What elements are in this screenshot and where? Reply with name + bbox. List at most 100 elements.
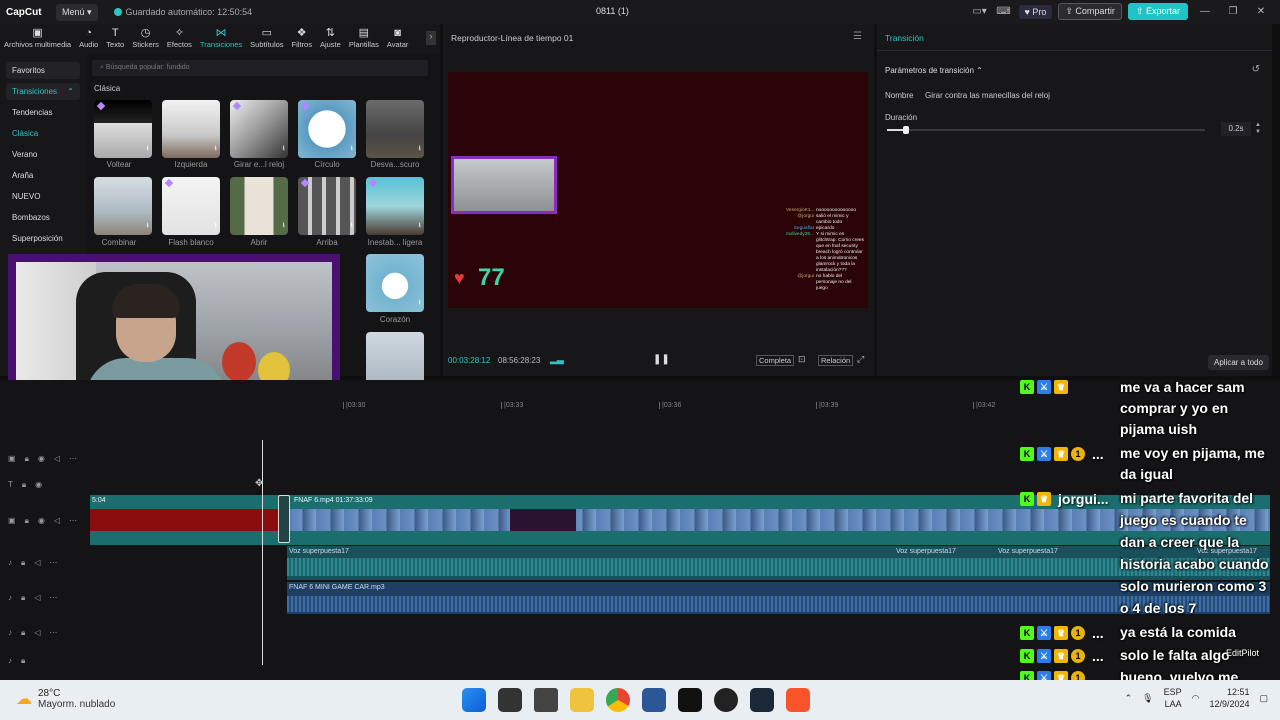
category-transitions[interactable]: Transiciones ⌃ [6,83,80,100]
windows-start-icon[interactable] [462,688,486,712]
lock-icon[interactable]: 🔒︎ [21,593,25,603]
tab-audio[interactable]: ◔ Audio [75,24,102,54]
capcut-icon[interactable] [678,688,702,712]
category-hits[interactable]: Bombazos [6,209,80,226]
tab-avatar[interactable]: ◙ Avatar [383,24,413,54]
transition-thumb[interactable]: ⭳ [162,100,220,158]
lock-icon[interactable]: 🔒︎ [21,558,25,568]
duration-slider[interactable] [887,126,1205,134]
volume-icon[interactable]: ◁ [54,454,60,464]
video-clip[interactable]: 5:04 [90,497,280,531]
more-icon[interactable]: ⋯ [49,593,57,603]
transition-thumb[interactable]: ⭳ [366,177,424,235]
transition-thumb[interactable]: ⭳ [230,177,288,235]
volume-icon[interactable]: ◁ [34,558,40,568]
keyboard-icon[interactable]: ⌨ [995,4,1013,20]
chevron-up-icon[interactable]: ⌃ [1125,693,1133,704]
maximize-icon[interactable]: ❐ [1222,6,1244,17]
duration-input[interactable]: 0.2s [1221,122,1251,136]
apply-all-button[interactable]: Aplicar a todo [1208,355,1269,370]
tab-transitions[interactable]: ⋈ Transiciones [196,24,246,54]
chat-user: jorgui... [1058,491,1109,507]
lock-icon[interactable]: 🔒︎ [21,656,25,666]
tab-adjust[interactable]: ⇅ Ajuste [316,24,345,54]
tab-subtitles[interactable]: ▭ Subtítulos [246,24,287,54]
tab-transition[interactable]: Transición [885,33,924,43]
stepper-icon[interactable]: ▲ ▼ [1255,122,1261,136]
tab-stickers[interactable]: ◷ Stickers [128,24,163,54]
transition-thumb[interactable]: ⭳ [366,254,424,312]
lock-icon[interactable]: 🔒︎ [21,628,25,638]
reset-icon[interactable]: ↺ [1252,64,1260,75]
transition-thumb[interactable]: ⭳ [162,177,220,235]
pro-button[interactable]: ♥ Pro [1018,4,1053,19]
search-input[interactable]: ⌕ Búsqueda popular: fundido [92,60,428,76]
transition-thumb[interactable]: ⭳ [94,100,152,158]
video-preview[interactable]: ♥ 77 VesergioK1...noooooooooooooo @jorgu… [448,72,868,308]
transition-thumb[interactable]: ⭳ [298,177,356,235]
tab-filters[interactable]: ❖ Filtros [288,24,316,54]
waveform-icon[interactable]: ▂▃ [550,354,564,365]
task-view-icon[interactable] [498,688,522,712]
more-icon[interactable]: ⋯ [49,558,57,568]
lock-icon[interactable]: 🔒︎ [25,516,29,526]
layout-icon[interactable]: ▭▾ [971,4,989,20]
menu-icon[interactable]: ☰ [853,31,862,42]
screenshot-icon[interactable]: ⊡ [798,354,806,365]
export-button[interactable]: ⇧ Exportar [1127,3,1188,20]
transition-thumb[interactable]: ⭳ [230,100,288,158]
eye-icon[interactable]: ◉ [35,480,42,490]
tab-text[interactable]: T Texto [102,24,128,54]
slider-handle[interactable] [903,126,910,134]
volume-icon[interactable]: ◁ [34,628,40,638]
volume-icon[interactable]: ◁ [34,593,40,603]
playhead[interactable] [262,440,263,665]
lock-icon[interactable]: 🔒︎ [22,480,26,490]
file-explorer-icon[interactable] [570,688,594,712]
tab-effects[interactable]: ✧ Efectos [163,24,196,54]
wifi-icon[interactable]: ◠ [1192,693,1200,704]
brave-icon[interactable] [786,688,810,712]
category-trending[interactable]: Tendencias [6,104,80,121]
minimize-icon[interactable]: — [1194,6,1216,17]
more-icon[interactable]: ⋯ [69,516,77,526]
tab-media[interactable]: ▣ Archivos multimedia [0,24,75,54]
transition-thumb[interactable]: ⭳ [366,100,424,158]
transition-thumb[interactable]: ⭳ [94,177,152,235]
menu-button[interactable]: Menú ▾ [56,3,98,21]
language-indicator[interactable]: ESP LAA [1164,686,1182,710]
full-quality-button[interactable]: Completa [756,355,795,366]
playhead-handle-icon[interactable]: ✥ [255,478,263,489]
eye-icon[interactable]: ◉ [38,516,45,526]
word-icon[interactable] [642,688,666,712]
weather-widget[interactable]: ☁ 28°C Mayorm. nublado [16,688,115,710]
category-favorites[interactable]: Favoritos [6,62,80,79]
share-button[interactable]: ⇪ Compartir [1058,3,1122,20]
unity-icon[interactable] [534,688,558,712]
transition-marker[interactable] [278,495,290,543]
lock-icon[interactable]: 🔒︎ [25,454,29,464]
close-icon[interactable]: ✕ [1250,6,1272,17]
notification-icon[interactable]: ▢ [1259,693,1268,704]
ratio-button[interactable]: Relación [818,355,854,366]
chevron-right-icon[interactable]: › [426,31,436,45]
tab-templates[interactable]: ▤ Plantillas [345,24,383,54]
chrome-icon[interactable] [606,688,630,712]
more-icon[interactable]: ⋯ [69,454,77,464]
pause-button[interactable]: ❚❚ [653,354,670,365]
category-classic[interactable]: Clásica [6,125,80,142]
category-spider[interactable]: Araña [6,167,80,184]
avatar-icon: ◙ [394,27,401,39]
obs-icon[interactable] [714,688,738,712]
fullscreen-icon[interactable]: ⤢ [857,354,864,365]
volume-icon[interactable]: ◁ [54,516,60,526]
clock[interactable]: 12:51 12/9/2024 [1209,686,1249,710]
microphone-icon[interactable]: 🎙︎ [1142,693,1153,704]
transition-thumb[interactable]: ⭳ [298,100,356,158]
category-summer[interactable]: Verano [6,146,80,163]
category-new[interactable]: NUEVO [6,188,80,205]
eye-icon[interactable]: ◉ [38,454,45,464]
more-icon[interactable]: ⋯ [49,628,57,638]
steam-icon[interactable] [750,688,774,712]
category-overlay[interactable]: Superposición [6,230,80,247]
